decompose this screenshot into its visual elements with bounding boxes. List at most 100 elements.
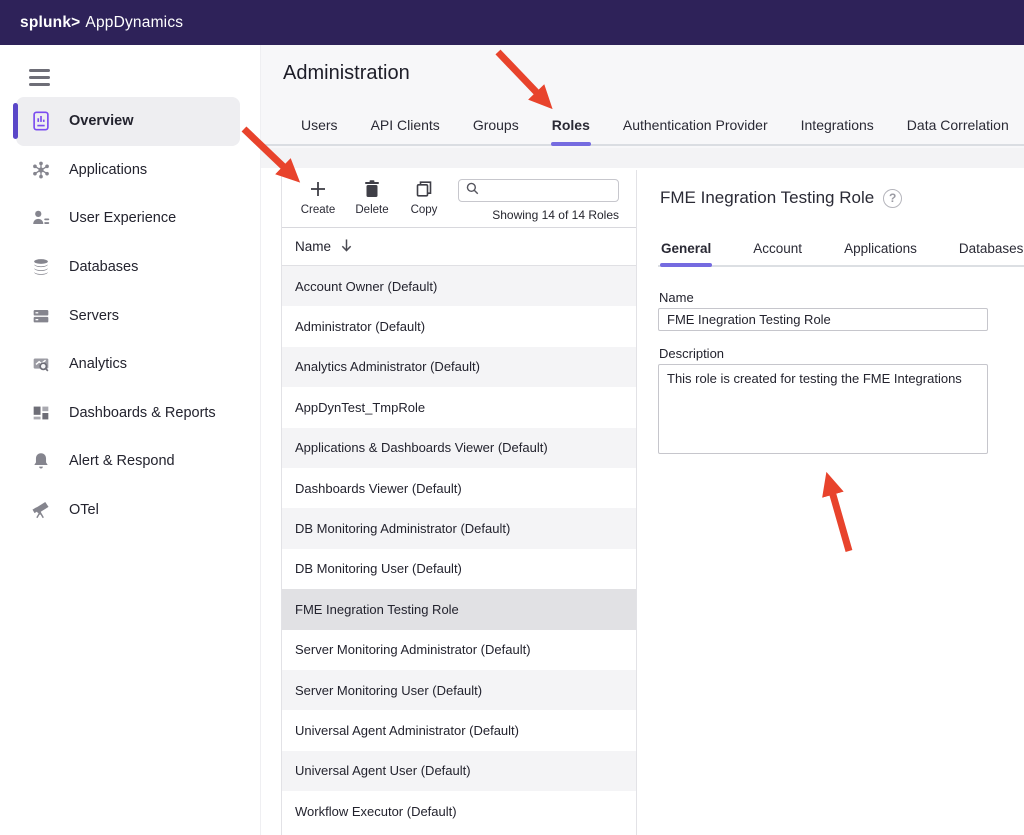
detail-tab-applications[interactable]: Applications: [843, 237, 918, 265]
role-name: Server Monitoring User (Default): [295, 683, 482, 698]
roles-list: Account Owner (Default) Administrator (D…: [282, 266, 636, 831]
sidebar-item-label: Overview: [69, 113, 134, 129]
servers-icon: [29, 304, 53, 328]
sidebar-item-label: Servers: [69, 308, 119, 324]
roles-list-panel: Create Delete Copy: [281, 170, 637, 835]
search-icon: [465, 181, 480, 201]
roles-toolbar: Create Delete Copy: [282, 170, 636, 228]
role-list-item[interactable]: DB Monitoring User (Default): [282, 549, 636, 589]
sidebar-item-applications[interactable]: Applications: [16, 146, 240, 195]
sidebar-item-label: Applications: [69, 162, 147, 178]
role-list-item[interactable]: Account Owner (Default): [282, 266, 636, 306]
role-name: AppDynTest_TmpRole: [295, 400, 425, 415]
copy-button-label: Copy: [398, 204, 450, 216]
copy-button[interactable]: Copy: [398, 177, 450, 216]
role-name: Universal Agent Administrator (Default): [295, 723, 519, 738]
role-detail-title: FME Inegration Testing Role: [660, 188, 874, 208]
sidebar-item-label: Databases: [69, 259, 138, 275]
page-title: Administration: [283, 62, 410, 85]
role-list-item[interactable]: Analytics Administrator (Default): [282, 347, 636, 387]
admin-tab-bar: Users API Clients Groups Roles Authentic…: [261, 111, 1024, 146]
create-button[interactable]: Create: [292, 177, 344, 216]
role-list-item[interactable]: Server Monitoring User (Default): [282, 670, 636, 710]
sidebar-item-databases[interactable]: Databases: [16, 243, 240, 292]
description-field-label: Description: [659, 346, 724, 361]
sidebar-nav: Overview Applications: [0, 97, 260, 534]
role-list-item[interactable]: Workflow Executor (Default): [282, 791, 636, 831]
splunk-appdynamics-logo: splunk> AppDynamics: [20, 14, 183, 32]
help-icon[interactable]: ?: [883, 189, 902, 208]
role-list-item[interactable]: DB Monitoring Administrator (Default): [282, 508, 636, 548]
appdynamics-logo-text: AppDynamics: [85, 14, 183, 31]
applications-hub-icon: [29, 158, 53, 182]
role-name: Dashboards Viewer (Default): [295, 481, 462, 496]
hamburger-menu-icon[interactable]: [29, 69, 50, 90]
sidebar-item-alert-respond[interactable]: Alert & Respond: [16, 437, 240, 486]
sidebar-item-label: Alert & Respond: [69, 453, 175, 469]
role-description-textarea[interactable]: [658, 364, 988, 454]
roles-content: Create Delete Copy: [261, 168, 1024, 835]
header-spacer-band: [261, 148, 1024, 168]
sidebar-item-otel[interactable]: OTel: [16, 486, 240, 535]
tab-data-correlation[interactable]: Data Correlation: [906, 111, 1010, 144]
delete-button-label: Delete: [346, 204, 398, 216]
sidebar-item-label: User Experience: [69, 210, 176, 226]
top-bar: splunk> AppDynamics: [0, 0, 1024, 45]
create-button-label: Create: [292, 204, 344, 216]
detail-title-row: FME Inegration Testing Role ?: [660, 188, 902, 208]
tab-api-clients[interactable]: API Clients: [370, 111, 441, 144]
dashboards-grid-icon: [29, 401, 53, 425]
role-list-item[interactable]: Server Monitoring Administrator (Default…: [282, 630, 636, 670]
role-list-item[interactable]: Universal Agent User (Default): [282, 751, 636, 791]
role-name-input[interactable]: [658, 308, 988, 331]
sidebar-item-servers[interactable]: Servers: [16, 291, 240, 340]
sidebar-item-user-experience[interactable]: User Experience: [16, 194, 240, 243]
roles-search-box[interactable]: [458, 179, 619, 202]
role-name: Administrator (Default): [295, 319, 425, 334]
detail-tab-databases[interactable]: Databases: [958, 237, 1024, 265]
role-list-item[interactable]: Administrator (Default): [282, 306, 636, 346]
search-area: Showing 14 of 14 Roles: [458, 179, 619, 222]
splunk-logo-text: splunk>: [20, 14, 80, 31]
role-detail-tab-bar: General Account Applications Databases: [658, 237, 1024, 267]
role-name: FME Inegration Testing Role: [295, 602, 459, 617]
detail-tab-general[interactable]: General: [660, 237, 712, 265]
delete-button[interactable]: Delete: [346, 177, 398, 216]
analytics-search-icon: [29, 352, 53, 376]
tab-authentication-provider[interactable]: Authentication Provider: [622, 111, 769, 144]
role-name: Universal Agent User (Default): [295, 763, 471, 778]
name-field-label: Name: [659, 290, 694, 305]
name-column-label: Name: [295, 239, 331, 254]
tab-users[interactable]: Users: [300, 111, 339, 144]
tab-groups[interactable]: Groups: [472, 111, 520, 144]
sort-descending-icon[interactable]: [340, 238, 353, 256]
bell-icon: [29, 449, 53, 473]
role-list-item[interactable]: Applications & Dashboards Viewer (Defaul…: [282, 428, 636, 468]
databases-icon: [29, 255, 53, 279]
detail-tab-account[interactable]: Account: [752, 237, 803, 265]
main-area: Administration Users API Clients Groups …: [261, 45, 1024, 835]
roles-column-header[interactable]: Name: [282, 228, 636, 266]
role-detail-panel: FME Inegration Testing Role ? General Ac…: [658, 180, 1024, 835]
trash-icon: [346, 177, 398, 201]
user-experience-icon: [29, 206, 53, 230]
role-list-item[interactable]: FME Inegration Testing Role: [282, 589, 636, 629]
tab-integrations[interactable]: Integrations: [800, 111, 875, 144]
roles-search-input[interactable]: [480, 184, 600, 198]
sidebar-item-overview[interactable]: Overview: [16, 97, 240, 146]
sidebar-item-label: Analytics: [69, 356, 127, 372]
sidebar-item-analytics[interactable]: Analytics: [16, 340, 240, 389]
overview-chart-icon: [29, 109, 53, 133]
sidebar-item-dashboards-reports[interactable]: Dashboards & Reports: [16, 389, 240, 438]
sidebar-item-label: Dashboards & Reports: [69, 405, 216, 421]
role-list-item[interactable]: Universal Agent Administrator (Default): [282, 710, 636, 750]
tab-roles[interactable]: Roles: [551, 111, 591, 144]
role-name: Account Owner (Default): [295, 279, 437, 294]
role-name: Applications & Dashboards Viewer (Defaul…: [295, 440, 548, 455]
role-name: DB Monitoring Administrator (Default): [295, 521, 510, 536]
showing-count-text: Showing 14 of 14 Roles: [458, 208, 619, 222]
role-list-item[interactable]: AppDynTest_TmpRole: [282, 387, 636, 427]
role-list-item[interactable]: Dashboards Viewer (Default): [282, 468, 636, 508]
copy-icon: [398, 177, 450, 201]
left-sidebar: Overview Applications: [0, 45, 261, 835]
